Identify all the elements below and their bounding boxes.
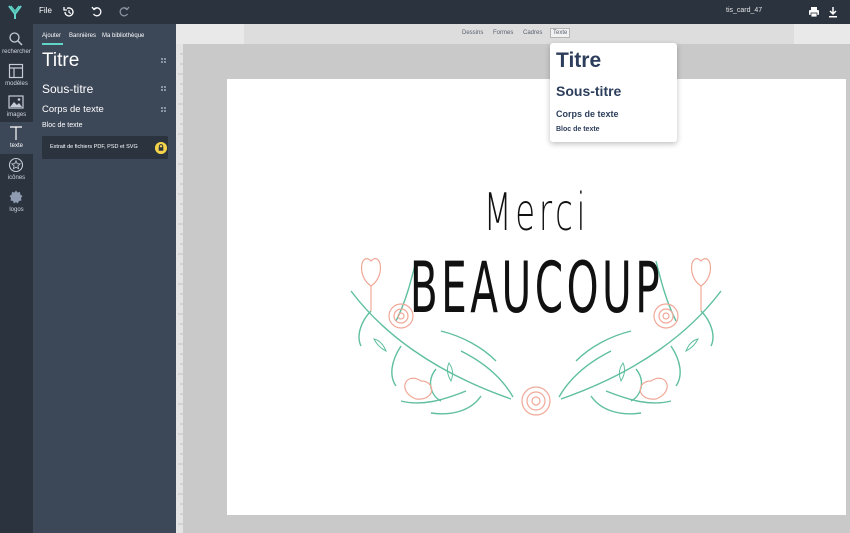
rail-item-icons[interactable]: icônes xyxy=(0,154,33,186)
rail-item-templates[interactable]: modèles xyxy=(0,60,33,92)
workspace: Dessins Formes Cadres Texte Merci BEAUCO… xyxy=(176,24,850,533)
tab-dessins[interactable]: Dessins xyxy=(462,30,483,36)
vertical-ruler xyxy=(176,44,183,533)
redo-icon[interactable] xyxy=(117,5,131,19)
rail-label: modèles xyxy=(5,81,28,87)
rail-label: texte xyxy=(9,143,23,149)
print-icon[interactable] xyxy=(807,5,821,19)
panel-item-titre[interactable]: Titre xyxy=(42,50,79,72)
document-name[interactable]: tis_card_47 xyxy=(726,7,762,14)
tab-formes[interactable]: Formes xyxy=(493,30,513,36)
drag-handle-icon[interactable] xyxy=(161,107,166,112)
rail-label: icônes xyxy=(7,175,26,181)
dropdown-item-sous-titre[interactable]: Sous-titre xyxy=(556,83,621,99)
image-icon xyxy=(8,95,24,109)
tab-bannieres[interactable]: Bannières xyxy=(69,33,96,39)
tab-cadres[interactable]: Cadres xyxy=(523,30,542,36)
canvas-text-merci[interactable]: Merci xyxy=(345,183,729,243)
star-icon xyxy=(8,157,24,173)
top-bar: File tis_card_47 xyxy=(0,0,850,24)
text-icon xyxy=(10,126,22,140)
text-panel: Ajouter Bannières Ma bibliothèque Titre … xyxy=(33,24,176,533)
logo-shape-icon xyxy=(9,190,23,204)
undo-icon[interactable] xyxy=(90,5,104,19)
left-rail: rechercher modèles images texte icônes l… xyxy=(0,24,33,533)
pdf-extract-label: Extrait de fichiers PDF, PSD et SVG xyxy=(50,144,138,150)
rail-label: logos xyxy=(9,207,24,213)
logo-icon[interactable] xyxy=(6,3,24,21)
canvas-text-beaucoup[interactable]: BEAUCOUP xyxy=(357,247,716,329)
rail-item-search[interactable]: rechercher xyxy=(0,28,33,60)
tab-ma-bibliotheque[interactable]: Ma bibliothèque xyxy=(102,33,144,39)
element-tabs-bar: Dessins Formes Cadres Texte xyxy=(176,24,850,44)
download-icon[interactable] xyxy=(826,5,840,19)
element-tabs-bg xyxy=(244,24,794,44)
drag-handle-icon[interactable] xyxy=(161,86,166,91)
panel-item-sous-titre[interactable]: Sous-titre xyxy=(42,82,93,96)
rail-item-images[interactable]: images xyxy=(0,91,33,123)
drag-handle-icon[interactable] xyxy=(161,58,166,63)
dropdown-item-bloc-de-texte[interactable]: Bloc de texte xyxy=(556,126,600,133)
rail-label: rechercher xyxy=(2,49,31,55)
pdf-extract-button[interactable]: Extrait de fichiers PDF, PSD et SVG xyxy=(42,136,168,159)
rail-label: images xyxy=(6,112,27,118)
rail-item-logos[interactable]: logos xyxy=(0,186,33,218)
panel-item-corps-de-texte[interactable]: Corps de texte xyxy=(42,104,104,115)
dropdown-item-titre[interactable]: Titre xyxy=(556,49,601,73)
tab-ajouter[interactable]: Ajouter xyxy=(42,33,61,39)
history-icon[interactable] xyxy=(62,5,76,19)
active-tab-indicator xyxy=(42,43,63,45)
dropdown-item-corps-de-texte[interactable]: Corps de texte xyxy=(556,109,619,119)
file-menu[interactable]: File xyxy=(39,6,52,15)
lock-icon xyxy=(155,142,167,154)
text-style-dropdown: Titre Sous-titre Corps de texte Bloc de … xyxy=(550,43,677,142)
tab-texte[interactable]: Texte xyxy=(550,28,571,38)
design-canvas[interactable]: Merci BEAUCOUP xyxy=(227,79,846,515)
rail-item-text[interactable]: texte xyxy=(0,122,33,154)
panel-item-bloc-de-texte[interactable]: Bloc de texte xyxy=(42,122,82,129)
search-icon xyxy=(9,32,23,46)
templates-icon xyxy=(8,63,24,79)
